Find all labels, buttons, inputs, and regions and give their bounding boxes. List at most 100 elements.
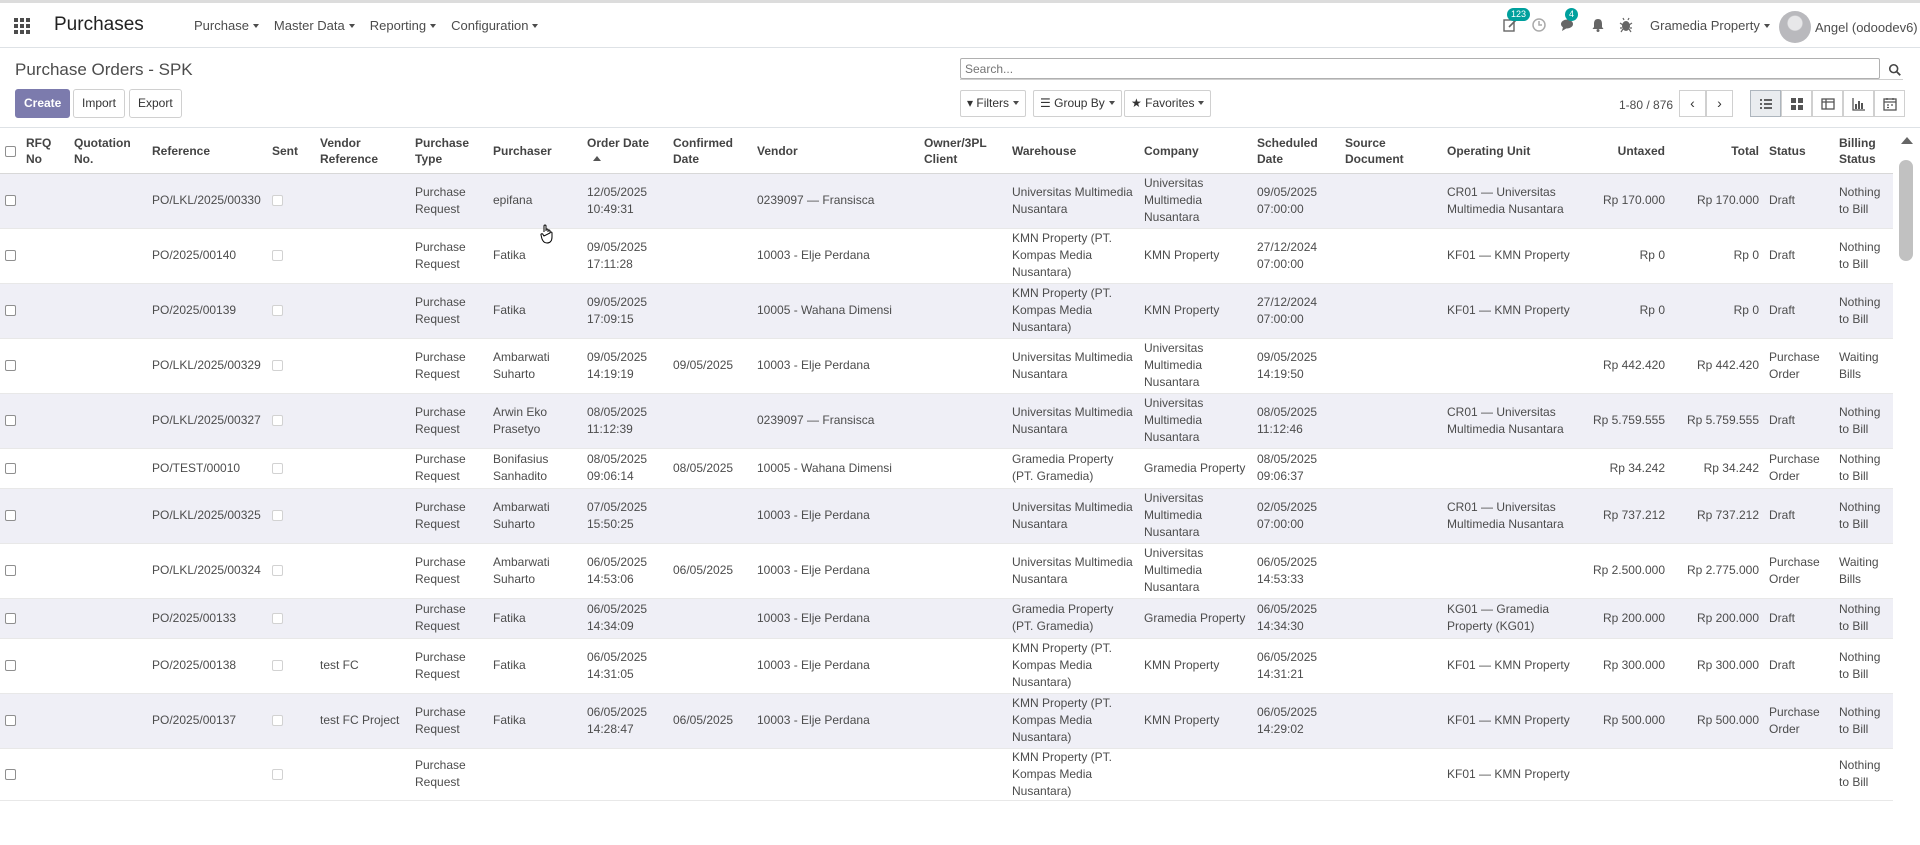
column-header[interactable]: Untaxed [1580,129,1670,174]
group-by-dropdown[interactable]: ☰ Group By [1033,90,1122,117]
table-row[interactable]: Purchase Request KMN Property (PT. Kompas… [0,748,1893,801]
column-header[interactable]: RFQ No [21,129,69,174]
table-row[interactable]: PO/2025/00139 Purchase Request Fatika 09/05… [0,283,1893,339]
filters-dropdown[interactable]: ▾ Filters [960,90,1027,117]
sent-cell [267,228,315,284]
column-header[interactable]: Quotation No. [69,129,147,174]
cell-owner [919,693,1007,749]
caret-down-icon [430,24,437,28]
kanban-view-button[interactable] [1781,90,1812,117]
avatar[interactable] [1779,11,1811,43]
column-header[interactable]: Purchase Type [410,129,488,174]
column-header[interactable]: Sent [267,129,315,174]
cell-company: Universitas Multimedia Nusantara [1139,488,1252,544]
table-row[interactable]: PO/2025/00137 test FC Project Purchase Req… [0,693,1893,749]
table-row[interactable]: PO/LKL/2025/00327 Purchase Request Arwin E… [0,393,1893,449]
cell-untaxed: Rp 170.000 [1580,173,1670,229]
column-header[interactable]: Purchaser [488,129,582,174]
column-header-sorted[interactable]: Order Date [582,129,668,174]
app-title[interactable]: Purchases [54,14,144,36]
calendar-view-button[interactable] [1874,90,1905,117]
column-header[interactable]: Scheduled Date [1252,129,1340,174]
menu-configuration[interactable]: Configuration [451,18,539,33]
cell-ou [1442,543,1580,599]
cell-warehouse: Gramedia Property (PT. Gramedia) [1007,448,1139,489]
search-icon[interactable] [1888,63,1902,77]
sent-cell [267,338,315,394]
select-all-checkbox[interactable] [5,146,16,158]
column-header[interactable]: Company [1139,129,1252,174]
table-row[interactable]: PO/LKL/2025/00325 Purchase Request Ambarwa… [0,488,1893,544]
table-row[interactable]: PO/TEST/00010 Purchase Request Bonifasius … [0,448,1893,489]
activity-button[interactable]: 123 [1502,8,1531,35]
row-select-cell [0,173,21,229]
clock-button[interactable] [1531,17,1549,35]
scrollbar[interactable] [1893,129,1920,845]
scrollbar-thumb[interactable] [1899,160,1913,261]
list-view-button[interactable] [1750,90,1781,117]
table-row[interactable]: PO/LKL/2025/00329 Purchase Request Ambarwa… [0,338,1893,394]
table-row[interactable]: PO/2025/00138 test FC Purchase Request Fati… [0,638,1893,694]
debug-button[interactable] [1618,17,1636,35]
company-switcher[interactable]: Gramedia Property [1650,18,1770,33]
user-menu[interactable]: Angel (odoodev6) [1815,20,1918,35]
row-checkbox[interactable] [5,305,16,317]
table-row[interactable]: PO/LKL/2025/00330 Purchase Request epifana… [0,173,1893,229]
column-header[interactable]: Billing Status [1834,129,1893,174]
pager-previous-button[interactable]: ‹ [1679,90,1706,117]
export-button[interactable]: Export [129,89,182,118]
row-checkbox[interactable] [5,510,16,522]
table-row[interactable]: PO/2025/00133 Purchase Request Fatika 06/05… [0,598,1893,639]
apps-menu-icon[interactable] [14,18,30,34]
menu-master-data[interactable]: Master Data [274,18,355,33]
row-checkbox[interactable] [5,360,16,372]
column-header[interactable]: Reference [147,129,267,174]
row-checkbox[interactable] [5,565,16,577]
sent-checkbox [272,612,283,624]
cell-total: Rp 2.775.000 [1670,543,1764,599]
column-header[interactable]: Vendor [752,129,919,174]
column-header[interactable]: Vendor Reference [315,129,410,174]
pivot-view-button[interactable] [1812,90,1843,117]
sent-checkbox [272,305,283,317]
row-checkbox[interactable] [5,415,16,427]
column-header[interactable]: Total [1670,129,1764,174]
column-header[interactable]: Warehouse [1007,129,1139,174]
cell-ou: CR01 — Universitas Multimedia Nusantara [1442,173,1580,229]
row-checkbox[interactable] [5,768,16,780]
cell-ou [1442,338,1580,394]
sent-cell [267,448,315,489]
menu-purchase[interactable]: Purchase [194,18,259,33]
cell-vendor: 10003 - Elje Perdana [752,338,919,394]
table-row[interactable]: PO/LKL/2025/00324 Purchase Request Ambarwa… [0,543,1893,599]
chat-button[interactable]: 4 [1560,8,1579,35]
import-button[interactable]: Import [73,89,126,118]
pager-value[interactable]: 1-80 / 876 [1619,98,1673,112]
column-header[interactable]: Operating Unit [1442,129,1580,174]
column-header[interactable]: Confirmed Date [668,129,752,174]
notifications-button[interactable] [1590,17,1608,35]
favorites-dropdown[interactable]: ★ Favorites [1124,90,1212,117]
pager-next-button[interactable]: › [1706,90,1733,117]
row-checkbox[interactable] [5,250,16,262]
scroll-up-arrow-icon[interactable] [1901,137,1913,144]
cell-untaxed: Rp 442.420 [1580,338,1670,394]
cell-purchaser: Ambarwati Suharto [488,488,582,544]
row-checkbox[interactable] [5,612,16,624]
column-header[interactable]: Owner/3PL Client [919,129,1007,174]
cell-ref: PO/2025/00139 [147,283,267,339]
row-checkbox[interactable] [5,195,16,207]
row-checkbox[interactable] [5,462,16,474]
row-checkbox[interactable] [5,715,16,727]
table-row[interactable]: PO/2025/00140 Purchase Request Fatika 09/05… [0,228,1893,284]
search-input[interactable] [960,58,1880,79]
graph-view-button[interactable] [1843,90,1874,117]
row-checkbox[interactable] [5,660,16,672]
column-header[interactable]: Source Document [1340,129,1442,174]
menu-reporting[interactable]: Reporting [370,18,437,33]
column-header[interactable]: Status [1764,129,1834,174]
create-button[interactable]: Create [15,89,71,118]
row-select-cell [0,283,21,339]
cell-total: Rp 0 [1670,283,1764,339]
cell-type: Purchase Request [410,693,488,749]
